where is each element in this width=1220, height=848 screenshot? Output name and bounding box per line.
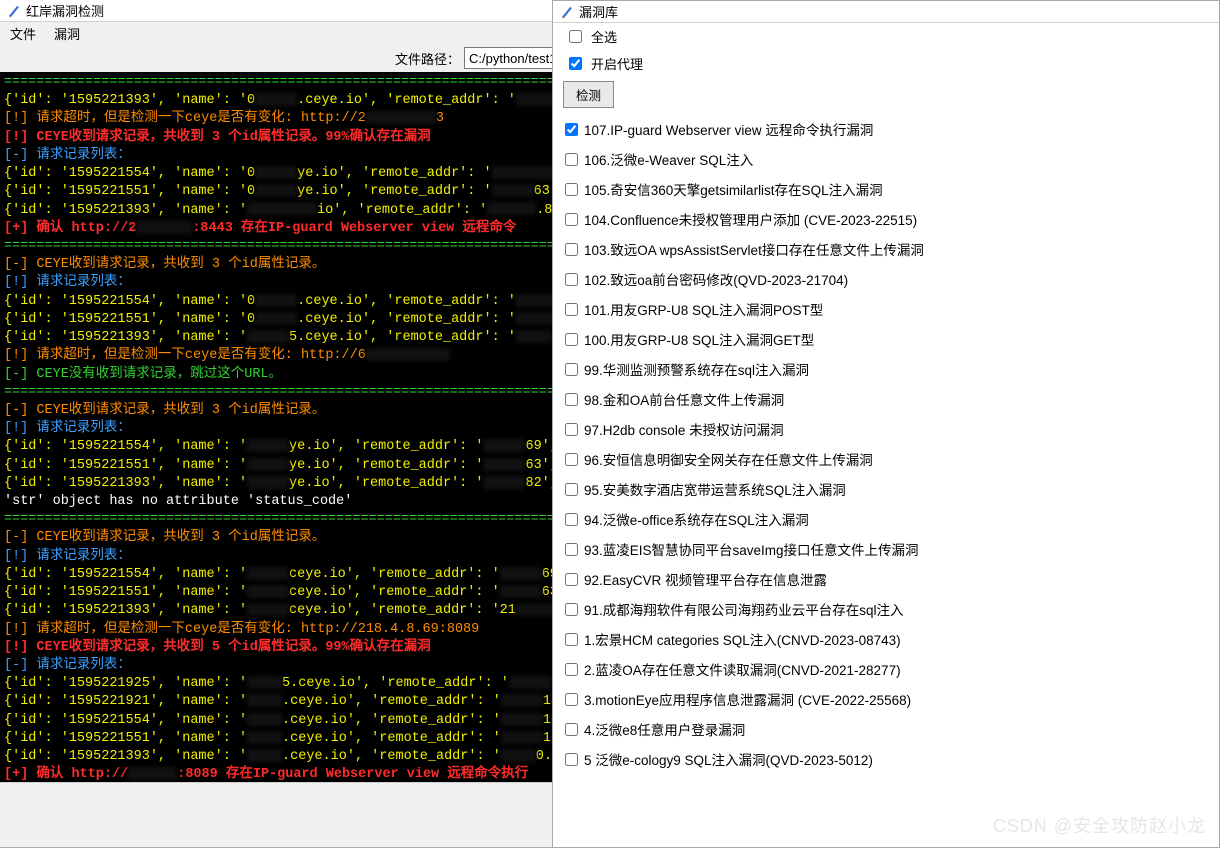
vuln-checkbox[interactable] xyxy=(565,723,578,736)
vuln-checkbox[interactable] xyxy=(565,483,578,496)
vuln-checkbox[interactable] xyxy=(565,243,578,256)
vuln-label: 102.致远oa前台密码修改(QVD-2023-21704) xyxy=(584,269,848,289)
vuln-label: 1.宏景HCM categories SQL注入(CNVD-2023-08743… xyxy=(584,629,901,649)
list-item[interactable]: 99.华测监测预警系统存在sql注入漏洞 xyxy=(553,354,1219,384)
list-item[interactable]: 105.奇安信360天擎getsimilarlist存在SQL注入漏洞 xyxy=(553,174,1219,204)
vuln-checkbox[interactable] xyxy=(565,633,578,646)
app-icon xyxy=(8,4,20,18)
vuln-label: 105.奇安信360天擎getsimilarlist存在SQL注入漏洞 xyxy=(584,179,883,199)
list-item[interactable]: 100.用友GRP-U8 SQL注入漏洞GET型 xyxy=(553,324,1219,354)
list-item[interactable]: 94.泛微e-office系统存在SQL注入漏洞 xyxy=(553,504,1219,534)
select-all-label: 全选 xyxy=(591,27,617,46)
list-item[interactable]: 91.成都海翔软件有限公司海翔药业云平台存在sql注入 xyxy=(553,594,1219,624)
main-window-title: 红岸漏洞检测 xyxy=(26,1,104,20)
vuln-checkbox[interactable] xyxy=(565,453,578,466)
vuln-checkbox[interactable] xyxy=(565,663,578,676)
vuln-checkbox[interactable] xyxy=(565,693,578,706)
vuln-label: 106.泛微e-Weaver SQL注入 xyxy=(584,149,753,169)
vuln-label: 100.用友GRP-U8 SQL注入漏洞GET型 xyxy=(584,329,814,349)
list-item[interactable]: 4.泛微e8任意用户登录漏洞 xyxy=(553,714,1219,744)
list-item[interactable]: 106.泛微e-Weaver SQL注入 xyxy=(553,144,1219,174)
proxy-row[interactable]: 开启代理 xyxy=(553,50,1219,77)
list-item[interactable]: 92.EasyCVR 视频管理平台存在信息泄露 xyxy=(553,564,1219,594)
menu-file[interactable]: 文件 xyxy=(10,24,36,42)
vuln-checkbox[interactable] xyxy=(565,183,578,196)
vuln-checkbox[interactable] xyxy=(565,543,578,556)
list-item[interactable]: 98.金和OA前台任意文件上传漏洞 xyxy=(553,384,1219,414)
list-item[interactable]: 3.motionEye应用程序信息泄露漏洞 (CVE-2022-25568) xyxy=(553,684,1219,714)
vuln-label: 97.H2db console 未授权访问漏洞 xyxy=(584,419,784,439)
list-item[interactable]: 1.宏景HCM categories SQL注入(CNVD-2023-08743… xyxy=(553,624,1219,654)
proxy-label: 开启代理 xyxy=(591,54,643,73)
vuln-checkbox[interactable] xyxy=(565,333,578,346)
list-item[interactable]: 95.安美数字酒店宽带运营系统SQL注入漏洞 xyxy=(553,474,1219,504)
lib-title-bar: 漏洞库 xyxy=(553,1,1219,23)
list-item[interactable]: 5 泛微e-cology9 SQL注入漏洞(QVD-2023-5012) xyxy=(553,744,1219,774)
list-item[interactable]: 97.H2db console 未授权访问漏洞 xyxy=(553,414,1219,444)
vuln-label: 2.蓝凌OA存在任意文件读取漏洞(CNVD-2021-28277) xyxy=(584,659,901,679)
app-icon xyxy=(561,5,573,19)
select-all-checkbox[interactable] xyxy=(569,30,582,43)
vuln-label: 3.motionEye应用程序信息泄露漏洞 (CVE-2022-25568) xyxy=(584,689,911,709)
vuln-checkbox[interactable] xyxy=(565,153,578,166)
vuln-label: 103.致远OA wpsAssistServlet接口存在任意文件上传漏洞 xyxy=(584,239,924,259)
vuln-checkbox[interactable] xyxy=(565,363,578,376)
vuln-label: 96.安恒信息明御安全网关存在任意文件上传漏洞 xyxy=(584,449,873,469)
vuln-checkbox[interactable] xyxy=(565,303,578,316)
vuln-label: 98.金和OA前台任意文件上传漏洞 xyxy=(584,389,784,409)
vuln-checkbox[interactable] xyxy=(565,273,578,286)
list-item[interactable]: 93.蓝凌EIS智慧协同平台saveImg接口任意文件上传漏洞 xyxy=(553,534,1219,564)
vuln-checkbox[interactable] xyxy=(565,423,578,436)
vuln-checkbox[interactable] xyxy=(565,513,578,526)
list-item[interactable]: 2.蓝凌OA存在任意文件读取漏洞(CNVD-2021-28277) xyxy=(553,654,1219,684)
vuln-label: 5 泛微e-cology9 SQL注入漏洞(QVD-2023-5012) xyxy=(584,749,873,769)
vuln-label: 104.Confluence未授权管理用户添加 (CVE-2023-22515) xyxy=(584,209,917,229)
vuln-checkbox[interactable] xyxy=(565,213,578,226)
vuln-checkbox[interactable] xyxy=(565,123,578,136)
list-item[interactable]: 96.安恒信息明御安全网关存在任意文件上传漏洞 xyxy=(553,444,1219,474)
list-item[interactable]: 103.致远OA wpsAssistServlet接口存在任意文件上传漏洞 xyxy=(553,234,1219,264)
vuln-label: 107.IP-guard Webserver view 远程命令执行漏洞 xyxy=(584,119,873,139)
vuln-label: 101.用友GRP-U8 SQL注入漏洞POST型 xyxy=(584,299,823,319)
vuln-label: 93.蓝凌EIS智慧协同平台saveImg接口任意文件上传漏洞 xyxy=(584,539,919,559)
list-item[interactable]: 101.用友GRP-U8 SQL注入漏洞POST型 xyxy=(553,294,1219,324)
vuln-label: 94.泛微e-office系统存在SQL注入漏洞 xyxy=(584,509,809,529)
vuln-checkbox[interactable] xyxy=(565,573,578,586)
vuln-label: 95.安美数字酒店宽带运营系统SQL注入漏洞 xyxy=(584,479,846,499)
list-item[interactable]: 104.Confluence未授权管理用户添加 (CVE-2023-22515) xyxy=(553,204,1219,234)
vuln-checkbox[interactable] xyxy=(565,393,578,406)
menu-vuln[interactable]: 漏洞 xyxy=(54,24,80,42)
vuln-label: 99.华测监测预警系统存在sql注入漏洞 xyxy=(584,359,809,379)
vuln-label: 92.EasyCVR 视频管理平台存在信息泄露 xyxy=(584,569,827,589)
proxy-checkbox[interactable] xyxy=(569,57,582,70)
list-item[interactable]: 102.致远oa前台密码修改(QVD-2023-21704) xyxy=(553,264,1219,294)
vuln-checkbox[interactable] xyxy=(565,603,578,616)
vuln-label: 91.成都海翔软件有限公司海翔药业云平台存在sql注入 xyxy=(584,599,904,619)
lib-detect-button[interactable]: 检测 xyxy=(563,81,614,108)
vuln-list: 107.IP-guard Webserver view 远程命令执行漏洞 106.… xyxy=(553,112,1219,776)
select-all-row[interactable]: 全选 xyxy=(553,23,1219,50)
path-label: 文件路径： xyxy=(395,49,460,68)
list-item[interactable]: 107.IP-guard Webserver view 远程命令执行漏洞 xyxy=(553,114,1219,144)
lib-window-title: 漏洞库 xyxy=(579,2,618,21)
lib-window: 漏洞库 全选 开启代理 检测 107.IP-guard Webserver vi… xyxy=(552,0,1220,848)
vuln-label: 4.泛微e8任意用户登录漏洞 xyxy=(584,719,745,739)
vuln-checkbox[interactable] xyxy=(565,753,578,766)
